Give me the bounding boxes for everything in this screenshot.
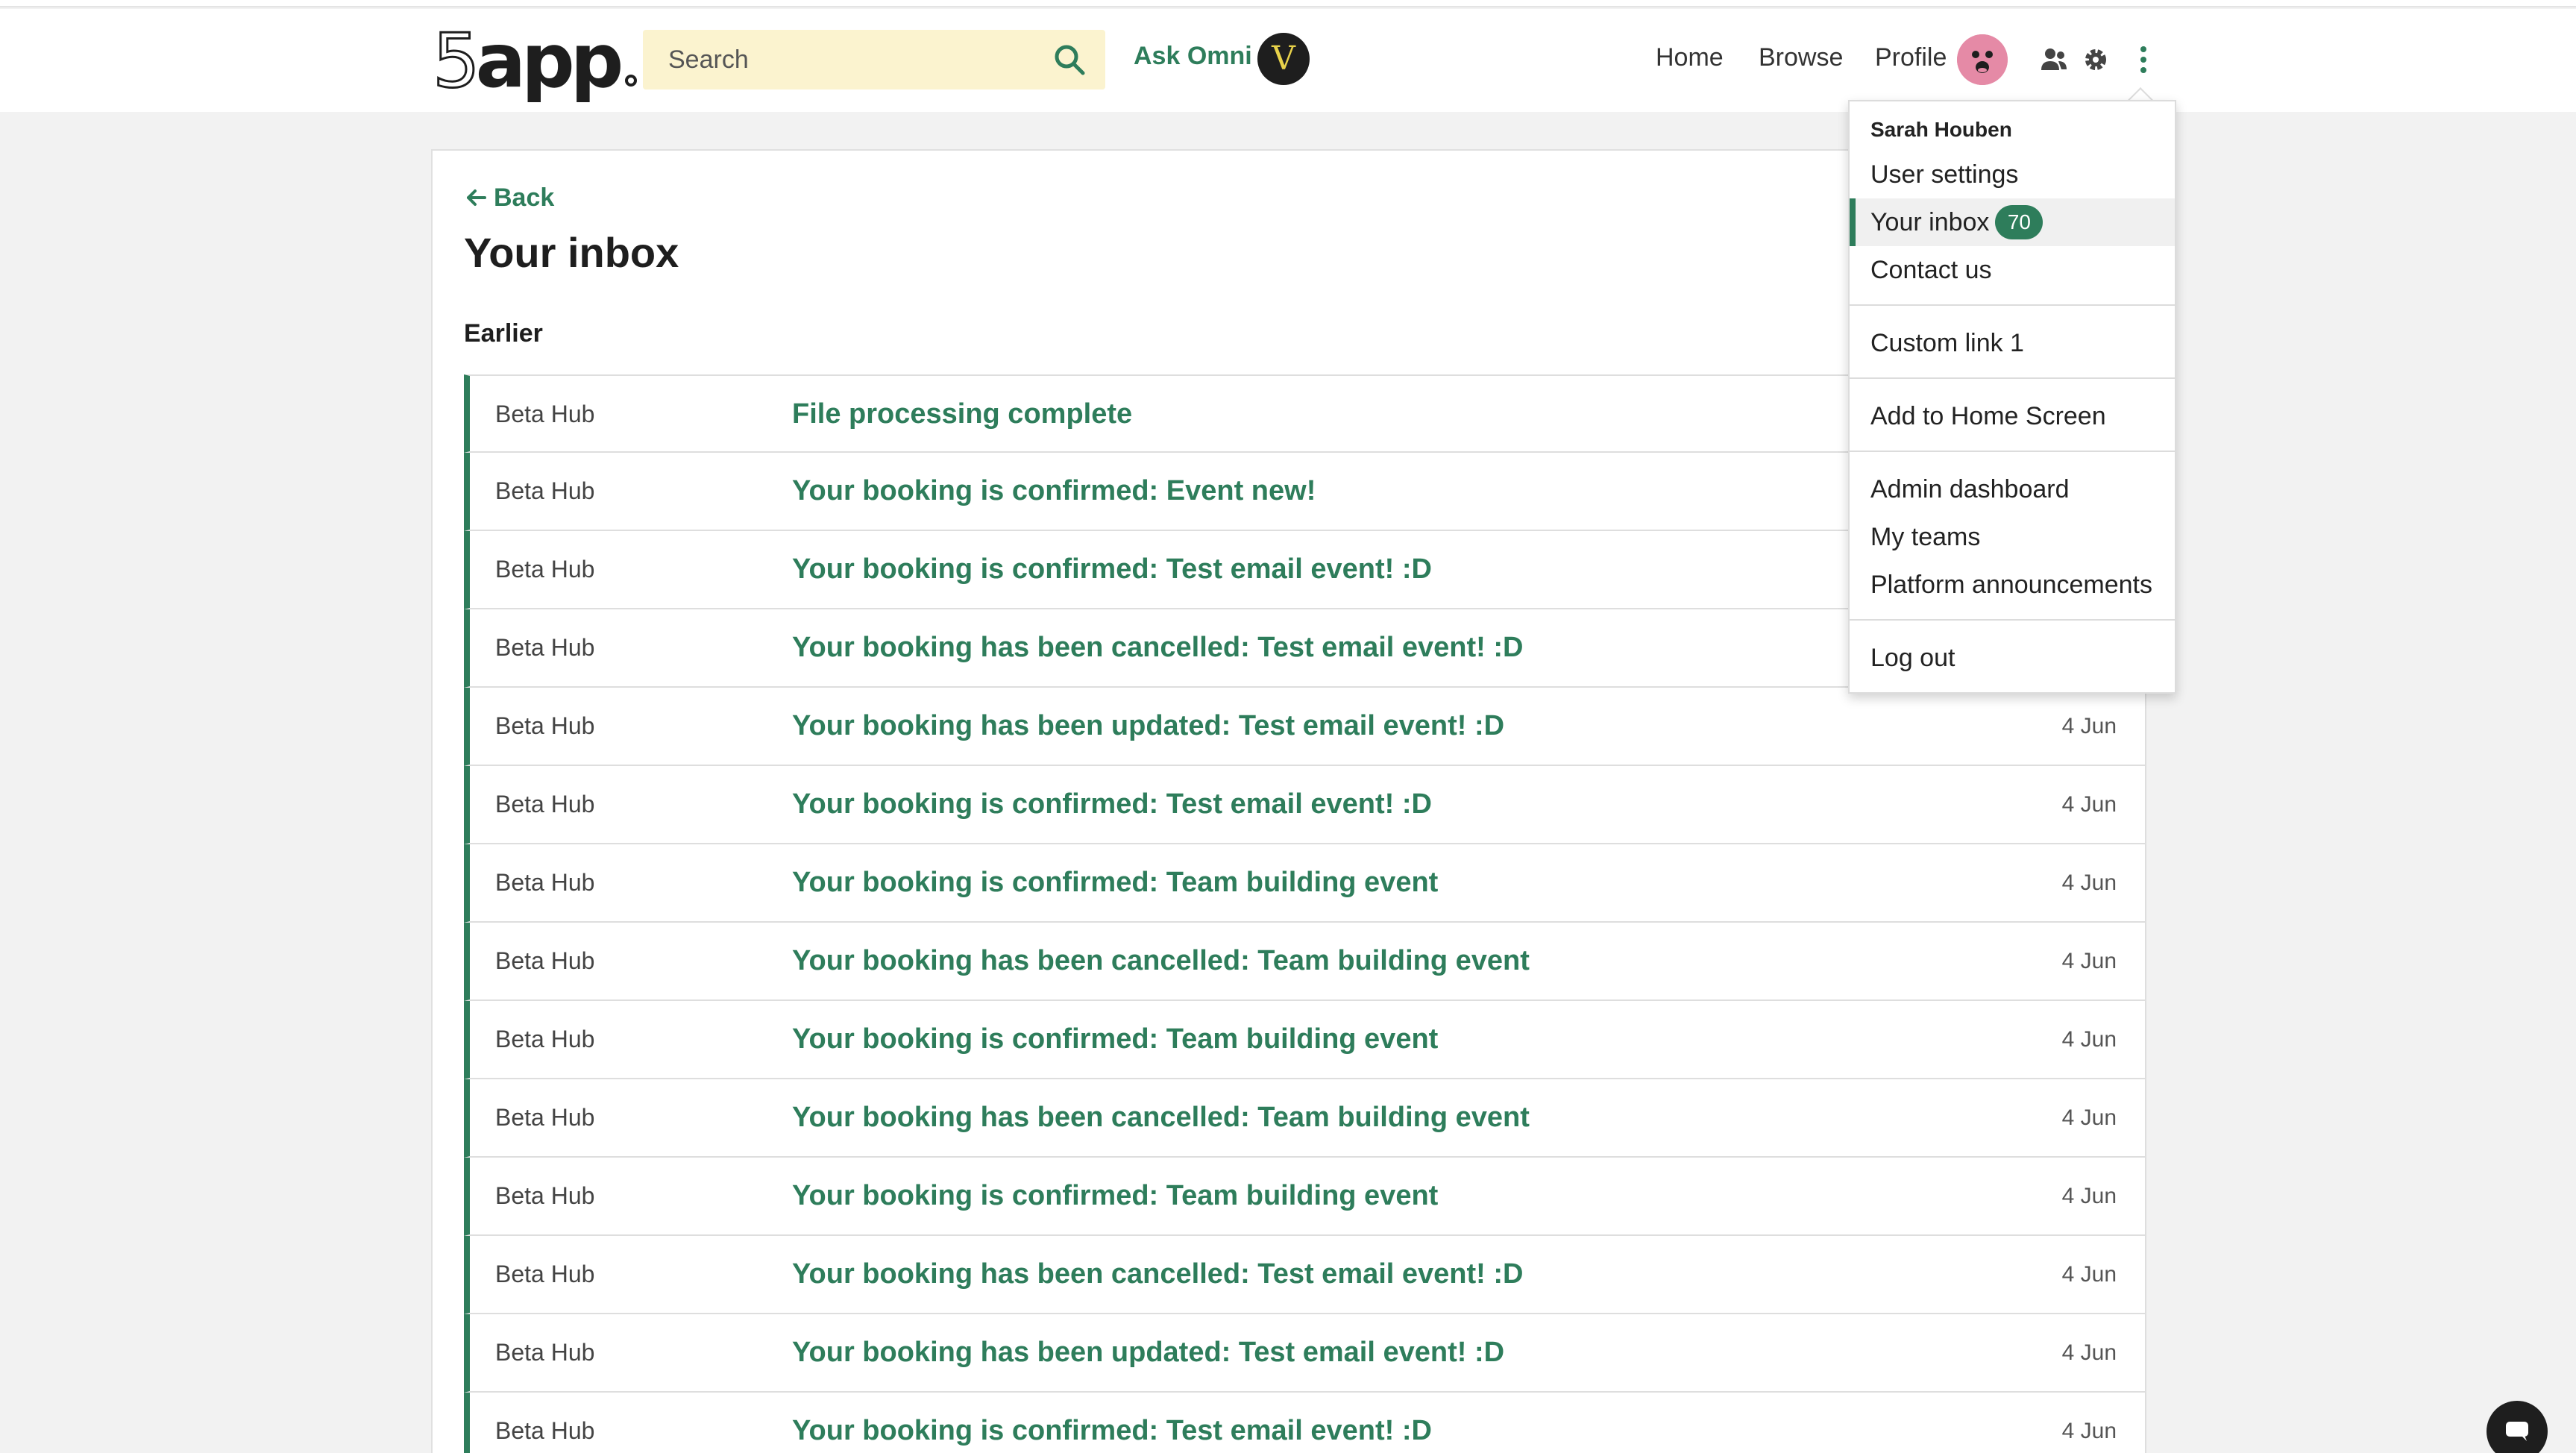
menu-item-inbox[interactable]: Your inbox 70: [1850, 198, 2175, 246]
message-subject[interactable]: File processing complete: [792, 376, 1132, 453]
menu-divider: [1850, 451, 2175, 452]
app-logo[interactable]: 5app: [432, 21, 638, 101]
chat-icon: [2506, 1422, 2528, 1441]
message-subject[interactable]: Your booking has been cancelled: Test em…: [792, 609, 1524, 686]
nav-profile[interactable]: Profile: [1875, 43, 1947, 72]
more-menu-icon[interactable]: [2129, 45, 2158, 75]
message-date: 4 Jun: [2061, 1419, 2117, 1443]
ask-omni-link[interactable]: Ask Omni: [1134, 42, 1252, 71]
message-subject[interactable]: Your booking is confirmed: Team building…: [792, 1158, 1438, 1234]
menu-item-admin[interactable]: Admin dashboard: [1850, 465, 2175, 513]
message-source: Beta Hub: [495, 1261, 595, 1287]
menu-item-user-settings[interactable]: User settings: [1850, 151, 2175, 198]
search-box: [643, 30, 1105, 90]
message-subject[interactable]: Your booking is confirmed: Team building…: [792, 1001, 1438, 1078]
menu-item-contact[interactable]: Contact us: [1850, 246, 2175, 294]
message-row[interactable]: Beta Hub Your booking is confirmed: Team …: [464, 1001, 2146, 1079]
menu-divider: [1850, 377, 2175, 379]
message-date: 4 Jun: [2061, 949, 2117, 973]
menu-user-name: Sarah Houben: [1870, 118, 2012, 141]
message-source: Beta Hub: [495, 712, 595, 739]
menu-item-logout[interactable]: Log out: [1850, 634, 2175, 682]
message-source: Beta Hub: [495, 477, 595, 504]
message-subject[interactable]: Your booking has been updated: Test emai…: [792, 1314, 1504, 1391]
message-row[interactable]: Beta Hub Your booking is confirmed: Test …: [464, 1393, 2146, 1453]
message-source: Beta Hub: [495, 1182, 595, 1209]
message-source: Beta Hub: [495, 634, 595, 661]
message-row[interactable]: Beta Hub Your booking has been updated: T…: [464, 688, 2146, 766]
back-label: Back: [494, 183, 555, 212]
menu-divider: [1850, 619, 2175, 621]
page-title: Your inbox: [464, 229, 679, 276]
message-subject[interactable]: Your booking has been cancelled: Team bu…: [792, 923, 1530, 999]
search-input[interactable]: [668, 30, 1026, 90]
menu-item-inbox-label: Your inbox: [1870, 208, 1990, 236]
message-row[interactable]: Beta Hub Your booking has been cancelled:…: [464, 1079, 2146, 1158]
message-subject[interactable]: Your booking is confirmed: Test email ev…: [792, 766, 1432, 843]
message-subject[interactable]: Your booking has been cancelled: Team bu…: [792, 1079, 1530, 1156]
message-date: 4 Jun: [2061, 1184, 2117, 1208]
nav-home[interactable]: Home: [1656, 43, 1724, 72]
user-menu-dropdown: Sarah Houben User settings Your inbox 70 …: [1848, 100, 2176, 694]
teams-icon[interactable]: [2039, 45, 2069, 75]
section-label-earlier: Earlier: [464, 319, 543, 348]
menu-item-announcements[interactable]: Platform announcements: [1850, 561, 2175, 609]
message-source: Beta Hub: [495, 1417, 595, 1444]
profile-avatar[interactable]: [1957, 34, 2008, 85]
message-row[interactable]: Beta Hub Your booking has been cancelled:…: [464, 923, 2146, 1001]
message-date: 4 Jun: [2061, 714, 2117, 738]
top-strip: [0, 0, 2576, 7]
message-source: Beta Hub: [495, 869, 595, 896]
message-row[interactable]: Beta Hub Your booking is confirmed: Test …: [464, 766, 2146, 844]
gear-icon[interactable]: [2081, 45, 2111, 75]
message-subject[interactable]: Your booking is confirmed: Test email ev…: [792, 531, 1432, 608]
menu-item-add-home[interactable]: Add to Home Screen: [1850, 392, 2175, 440]
message-source: Beta Hub: [495, 791, 595, 817]
search-icon[interactable]: [1053, 43, 1086, 76]
message-source: Beta Hub: [495, 1026, 595, 1052]
menu-item-custom-link[interactable]: Custom link 1: [1850, 319, 2175, 367]
arrow-left-icon: [467, 189, 486, 206]
message-subject[interactable]: Your booking has been cancelled: Test em…: [792, 1236, 1524, 1313]
message-subject[interactable]: Your booking is confirmed: Test email ev…: [792, 1393, 1432, 1453]
message-row[interactable]: Beta Hub Your booking has been updated: T…: [464, 1314, 2146, 1393]
message-subject[interactable]: Your booking is confirmed: Team building…: [792, 844, 1438, 921]
message-source: Beta Hub: [495, 947, 595, 974]
message-date: 4 Jun: [2061, 792, 2117, 817]
omni-avatar[interactable]: V: [1257, 33, 1310, 85]
message-source: Beta Hub: [495, 401, 595, 427]
menu-item-teams[interactable]: My teams: [1850, 513, 2175, 561]
message-row[interactable]: Beta Hub Your booking is confirmed: Team …: [464, 844, 2146, 923]
message-row[interactable]: Beta Hub Your booking has been cancelled:…: [464, 1236, 2146, 1314]
nav-browse[interactable]: Browse: [1759, 43, 1843, 72]
message-date: 4 Jun: [2061, 870, 2117, 895]
menu-divider: [1850, 304, 2175, 306]
message-date: 4 Jun: [2061, 1105, 2117, 1130]
top-header: 5app Ask Omni V Home Browse Profile: [0, 9, 2576, 112]
message-subject[interactable]: Your booking is confirmed: Event new!: [792, 453, 1316, 530]
message-date: 4 Jun: [2061, 1027, 2117, 1052]
message-row[interactable]: Beta Hub Your booking is confirmed: Team …: [464, 1158, 2146, 1236]
back-link[interactable]: Back: [465, 183, 554, 213]
message-source: Beta Hub: [495, 556, 595, 583]
inbox-count-badge: 70: [1995, 205, 2043, 239]
message-source: Beta Hub: [495, 1104, 595, 1131]
message-source: Beta Hub: [495, 1339, 595, 1366]
message-date: 4 Jun: [2061, 1340, 2117, 1365]
message-subject[interactable]: Your booking has been updated: Test emai…: [792, 688, 1504, 765]
chat-launcher-button[interactable]: [2487, 1401, 2548, 1453]
avatar-face-icon: [1957, 34, 2008, 85]
message-date: 4 Jun: [2061, 1262, 2117, 1287]
